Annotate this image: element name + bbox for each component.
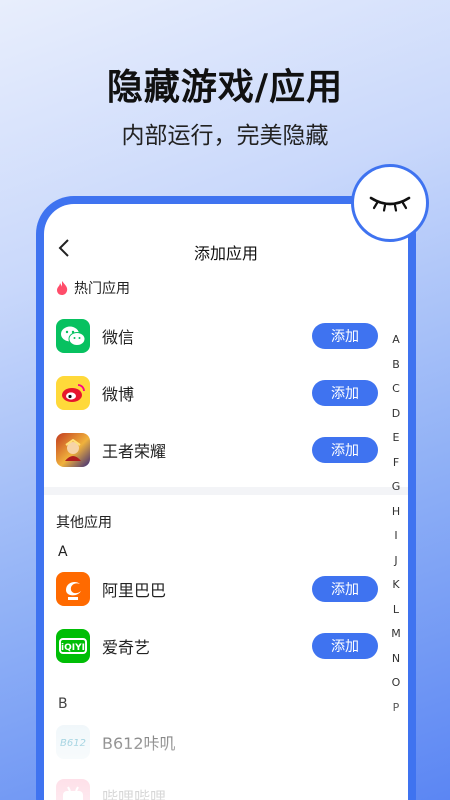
add-button[interactable]: 添加 (312, 380, 378, 406)
index-letter[interactable]: N (392, 647, 400, 672)
index-letter[interactable]: H (392, 500, 400, 525)
app-name: 微博 (102, 385, 135, 404)
index-letter[interactable]: O (392, 671, 401, 696)
hot-apps-header: 热门应用 (56, 278, 130, 298)
list-item[interactable]: 哔哩哔哩 (56, 776, 378, 800)
add-button[interactable]: 添加 (312, 437, 378, 463)
closed-eye-badge (351, 164, 429, 242)
svg-text:iQIYI: iQIYI (61, 643, 85, 653)
closed-eye-icon (369, 196, 411, 212)
phone-screen: 添加应用 热门应用 微信 添加 微博 添加 王者荣耀 添加 其他应用 A 阿里巴… (44, 204, 408, 800)
index-letter[interactable]: D (392, 402, 400, 427)
other-apps-label: 其他应用 (56, 515, 112, 531)
svg-text:B612: B612 (60, 738, 86, 749)
wechat-icon (56, 319, 90, 353)
app-name: 哔哩哔哩 (102, 788, 167, 800)
top-bar: 添加应用 (44, 238, 408, 264)
hero-subtitle: 内部运行，完美隐藏 (121, 123, 329, 149)
index-letter[interactable]: P (393, 696, 400, 721)
app-name: 王者荣耀 (102, 442, 167, 461)
list-item[interactable]: B612 B612咔叽 (56, 722, 378, 762)
letter-header-a: A (58, 544, 68, 560)
add-button[interactable]: 添加 (312, 576, 378, 602)
section-divider (44, 487, 408, 495)
index-letter[interactable]: F (393, 451, 399, 476)
alibaba-icon (56, 572, 90, 606)
add-button[interactable]: 添加 (312, 633, 378, 659)
list-item[interactable]: 王者荣耀 添加 (56, 430, 378, 470)
bilibili-icon (56, 779, 90, 800)
alphabet-index[interactable]: A B C D E F G H I J K L M N O P (388, 328, 404, 720)
list-item[interactable]: 阿里巴巴 添加 (56, 569, 378, 609)
index-letter[interactable]: C (392, 377, 400, 402)
list-item[interactable]: iQIYI 爱奇艺 添加 (56, 626, 378, 666)
phone-frame: 添加应用 热门应用 微信 添加 微博 添加 王者荣耀 添加 其他应用 A 阿里巴… (36, 196, 416, 800)
hot-apps-label: 热门应用 (74, 281, 130, 297)
app-name: 微信 (102, 328, 135, 347)
index-letter[interactable]: E (393, 426, 400, 451)
weibo-icon (56, 376, 90, 410)
index-letter[interactable]: G (392, 475, 401, 500)
app-name: B612咔叽 (102, 734, 176, 753)
app-name: 爱奇艺 (102, 638, 151, 657)
index-letter[interactable]: B (392, 353, 400, 378)
index-letter[interactable]: I (394, 524, 397, 549)
honor-of-kings-icon (56, 433, 90, 467)
b612-icon: B612 (56, 725, 90, 759)
page-title: 添加应用 (193, 244, 258, 263)
list-item[interactable]: 微博 添加 (56, 373, 378, 413)
iqiyi-icon: iQIYI (56, 629, 90, 663)
hero-title: 隐藏游戏/应用 (106, 67, 344, 108)
flame-icon (57, 281, 68, 295)
add-button[interactable]: 添加 (312, 323, 378, 349)
index-letter[interactable]: J (394, 549, 397, 574)
app-name: 阿里巴巴 (102, 581, 167, 600)
list-item[interactable]: 微信 添加 (56, 316, 378, 356)
index-letter[interactable]: K (392, 573, 399, 598)
index-letter[interactable]: A (392, 328, 400, 353)
letter-header-b: B (58, 696, 68, 712)
index-letter[interactable]: M (391, 622, 401, 647)
index-letter[interactable]: L (393, 598, 399, 623)
